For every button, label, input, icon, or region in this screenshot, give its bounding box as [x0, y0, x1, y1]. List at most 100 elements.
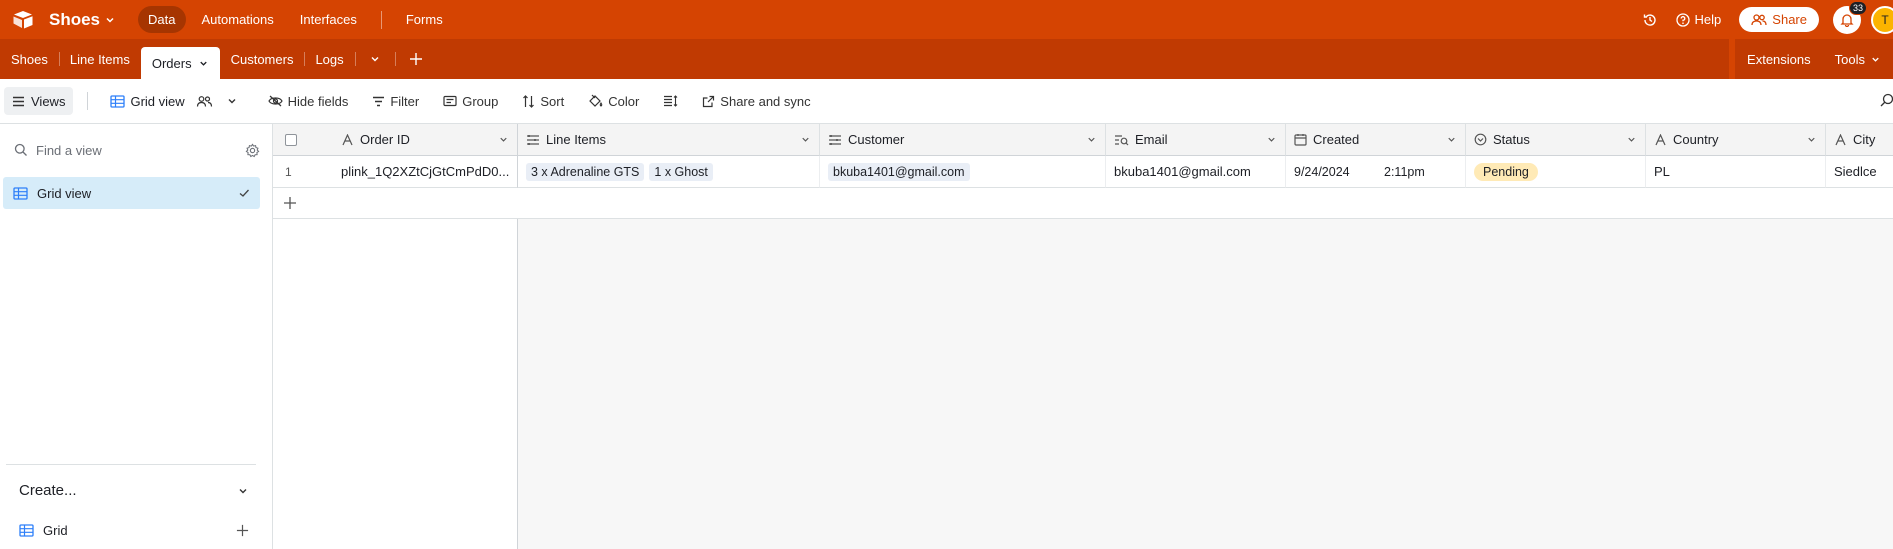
- help-button[interactable]: Help: [1675, 12, 1721, 27]
- share-button[interactable]: Share: [1739, 7, 1819, 32]
- cell-email[interactable]: bkuba1401@gmail.com: [1106, 156, 1286, 188]
- sort-icon: [523, 94, 535, 108]
- order-id-value: plink_1Q2XZtCjGtCmPdD0...: [341, 164, 510, 179]
- created-date-value: 9/24/2024: [1294, 164, 1350, 179]
- column-header-label: Email: [1135, 132, 1168, 147]
- column-header-customer[interactable]: Customer: [820, 124, 1106, 156]
- notifications-button[interactable]: 33: [1833, 0, 1867, 34]
- add-record-row[interactable]: [518, 188, 1893, 219]
- cell-customer[interactable]: bkuba1401@gmail.com: [820, 156, 1106, 188]
- cell-order-id[interactable]: plink_1Q2XZtCjGtCmPdD0...: [333, 156, 518, 188]
- cell-line-items[interactable]: 3 x Adrenaline GTS 1 x Ghost: [518, 156, 820, 188]
- cell-city[interactable]: Siedlce: [1826, 156, 1893, 188]
- extensions-button[interactable]: Extensions: [1735, 52, 1823, 67]
- search-icon[interactable]: [1879, 93, 1893, 107]
- more-tables-button[interactable]: [354, 39, 395, 79]
- nav-interfaces[interactable]: Interfaces: [290, 6, 367, 33]
- single-select-icon: [1474, 133, 1487, 146]
- create-grid-view[interactable]: Grid: [19, 523, 249, 538]
- color-label: Color: [608, 93, 640, 109]
- color-button[interactable]: Color: [580, 87, 647, 115]
- nav-forms[interactable]: Forms: [396, 6, 453, 33]
- tab-orders[interactable]: Orders: [140, 47, 220, 79]
- chevron-down-icon[interactable]: [1446, 134, 1457, 145]
- column-header-line-items[interactable]: Line Items: [518, 124, 820, 156]
- notifications-badge: 33: [1848, 0, 1867, 15]
- plus-icon[interactable]: [236, 524, 249, 537]
- tab-shoes[interactable]: Shoes: [0, 39, 59, 79]
- tools-label: Tools: [1834, 51, 1865, 67]
- history-icon[interactable]: [1642, 12, 1658, 28]
- text-field-icon: [342, 133, 353, 145]
- tab-customers[interactable]: Customers: [220, 39, 305, 79]
- find-view-input[interactable]: [36, 142, 226, 158]
- sidebar-item-grid-view[interactable]: Grid view: [3, 177, 260, 209]
- chevron-down-icon[interactable]: [1806, 134, 1817, 145]
- select-all-header: [273, 124, 333, 156]
- views-button[interactable]: Views: [4, 87, 74, 115]
- chevron-down-icon[interactable]: [800, 134, 811, 145]
- share-sync-button[interactable]: Share and sync: [694, 87, 818, 115]
- avatar[interactable]: T: [1871, 5, 1893, 34]
- airtable-logo-icon[interactable]: [12, 10, 34, 30]
- grid-view-button[interactable]: Grid view: [102, 87, 245, 115]
- status-badge: Pending: [1474, 162, 1538, 181]
- cell-created[interactable]: 9/24/2024 2:11pm: [1286, 156, 1466, 188]
- row-height-button[interactable]: [655, 87, 686, 115]
- add-table-button[interactable]: [394, 39, 437, 79]
- group-button[interactable]: Group: [435, 87, 506, 115]
- select-all-checkbox[interactable]: [285, 133, 297, 146]
- bell-icon: [1840, 13, 1854, 27]
- column-header-status[interactable]: Status: [1466, 124, 1646, 156]
- calendar-icon: [1294, 134, 1307, 146]
- tab-logs[interactable]: Logs: [304, 39, 354, 79]
- gear-icon[interactable]: [245, 142, 260, 158]
- linked-record-chip[interactable]: 3 x Adrenaline GTS: [526, 162, 645, 181]
- table-tabs: Shoes Line Items Orders Customers Logs: [0, 39, 437, 79]
- top-bar: Shoes Data Automations Interfaces Forms …: [0, 0, 1893, 39]
- sort-button[interactable]: Sort: [514, 87, 572, 115]
- menu-icon: [13, 96, 24, 106]
- filter-label: Filter: [390, 93, 420, 109]
- cell-status[interactable]: Pending: [1466, 156, 1646, 188]
- nav-automations[interactable]: Automations: [192, 6, 284, 33]
- top-nav: Data Automations Interfaces Forms: [138, 6, 453, 33]
- chevron-down-icon[interactable]: [1086, 134, 1097, 145]
- paint-bucket-icon: [589, 94, 603, 107]
- views-label: Views: [31, 93, 66, 109]
- hide-fields-label: Hide fields: [287, 93, 349, 109]
- chevron-down-icon[interactable]: [498, 134, 509, 145]
- create-view-section[interactable]: Create...: [19, 482, 249, 499]
- column-header-order-id[interactable]: Order ID: [333, 124, 518, 156]
- row-height-icon: [664, 95, 678, 107]
- filter-button[interactable]: Filter: [364, 87, 427, 115]
- tools-button[interactable]: Tools: [1823, 52, 1893, 67]
- cell-country[interactable]: PL: [1646, 156, 1826, 188]
- row-number: 1: [285, 164, 292, 179]
- column-header-country[interactable]: Country: [1646, 124, 1826, 156]
- column-header-label: Order ID: [360, 132, 410, 147]
- linked-record-chip[interactable]: 1 x Ghost: [649, 162, 713, 181]
- add-record-button[interactable]: [273, 188, 518, 219]
- nav-data[interactable]: Data: [138, 6, 186, 33]
- column-header-label: Line Items: [546, 132, 606, 147]
- chevron-down-icon[interactable]: [1626, 134, 1637, 145]
- chevron-down-icon[interactable]: [1266, 134, 1277, 145]
- row-number-cell[interactable]: 1: [273, 156, 333, 188]
- column-header-city[interactable]: City: [1826, 124, 1893, 156]
- hide-fields-button[interactable]: Hide fields: [260, 87, 357, 115]
- data-grid: Order ID Line Items Customer Email Creat…: [273, 124, 1893, 549]
- linked-record-chip[interactable]: bkuba1401@gmail.com: [828, 162, 970, 181]
- chevron-down-icon: [239, 488, 247, 493]
- column-header-email[interactable]: Email: [1106, 124, 1286, 156]
- create-label: Create...: [19, 482, 77, 499]
- column-header-created[interactable]: Created: [1286, 124, 1466, 156]
- tab-line-items[interactable]: Line Items: [58, 39, 141, 79]
- share-label: Share: [1772, 12, 1807, 27]
- column-header-label: Country: [1673, 132, 1719, 147]
- chevron-down-icon[interactable]: [198, 58, 209, 69]
- base-name-button[interactable]: Shoes: [49, 10, 116, 30]
- linked-record-icon: [829, 134, 841, 145]
- lookup-icon: [1115, 134, 1129, 145]
- check-icon: [239, 189, 249, 197]
